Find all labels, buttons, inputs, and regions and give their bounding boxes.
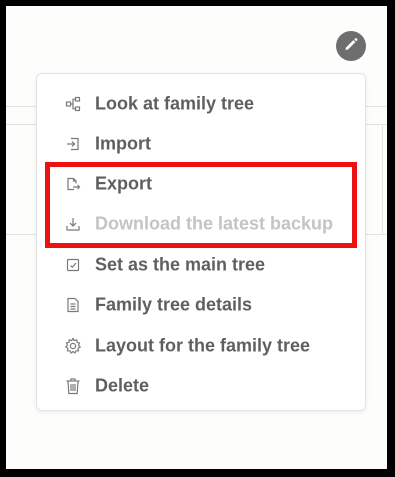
download-icon [64,215,82,233]
import-icon [64,135,82,153]
menu-item-label: Delete [95,375,150,396]
menu-item-import[interactable]: Import [37,124,365,164]
checkbox-icon [64,256,82,274]
menu-item-label: Family tree details [95,294,253,315]
menu-item-delete[interactable]: Delete [37,366,365,406]
pencil-icon [343,36,359,57]
menu-item-label: Look at family tree [95,93,255,114]
menu-item-look-at-family-tree[interactable]: Look at family tree [37,84,365,124]
document-icon [64,296,82,314]
menu-item-family-tree-details[interactable]: Family tree details [37,285,365,325]
edit-button[interactable] [336,31,366,61]
background-divider [382,124,383,234]
menu-item-layout-for-family-tree[interactable]: Layout for the family tree [37,326,365,366]
menu-item-label: Download the latest backup [95,213,334,234]
tree-options-menu: Look at family tree Import Export Downlo… [36,73,366,411]
menu-item-export[interactable]: Export [37,164,365,204]
gear-icon [64,337,82,355]
tree-structure-icon [64,95,82,113]
menu-item-download-latest-backup[interactable]: Download the latest backup [37,204,365,244]
menu-item-label: Import [95,133,151,154]
menu-item-label: Set as the main tree [95,254,266,275]
export-icon [64,175,82,193]
trash-icon [64,377,82,395]
menu-item-label: Layout for the family tree [95,335,311,356]
menu-item-set-as-main-tree[interactable]: Set as the main tree [37,245,365,285]
menu-item-label: Export [95,173,153,194]
